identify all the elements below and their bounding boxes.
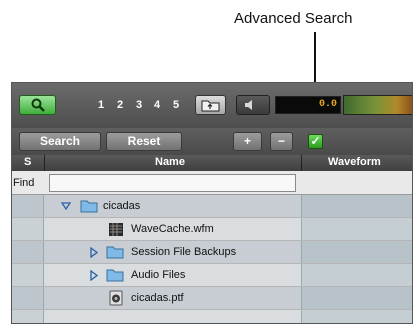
waveform-cell bbox=[301, 195, 412, 217]
folder-icon bbox=[106, 269, 124, 282]
table-row bbox=[12, 310, 412, 323]
session-file-icon bbox=[109, 290, 123, 306]
table-row[interactable]: cicadas bbox=[12, 195, 412, 218]
level-meter bbox=[343, 95, 412, 115]
waveform-cell bbox=[301, 287, 412, 309]
checkmark-icon: ✓ bbox=[310, 134, 321, 148]
name-cell bbox=[44, 310, 301, 323]
advanced-search-callout-label: Advanced Search bbox=[234, 10, 353, 27]
find-row: Find bbox=[12, 171, 412, 195]
advanced-search-checkbox[interactable]: ✓ bbox=[308, 134, 323, 149]
waveform-cell bbox=[301, 241, 412, 263]
preset-button-3[interactable]: 3 bbox=[132, 97, 146, 113]
table-row[interactable]: WaveCache.wfm bbox=[12, 218, 412, 241]
preset-button-5[interactable]: 5 bbox=[169, 97, 183, 113]
status-cell bbox=[12, 218, 44, 240]
column-header-waveform[interactable]: Waveform bbox=[328, 156, 381, 168]
preset-button-4[interactable]: 4 bbox=[150, 97, 164, 113]
name-cell: WaveCache.wfm bbox=[44, 218, 301, 240]
waveform-cell bbox=[301, 218, 412, 240]
status-cell bbox=[12, 241, 44, 263]
column-header-row: S Name Waveform bbox=[12, 155, 412, 171]
workspace-browser-panel: 1 2 3 4 5 0.0 Search Reset + − ✓ S Name bbox=[11, 82, 413, 324]
wavecache-file-icon bbox=[109, 223, 123, 236]
waveform-cell bbox=[301, 310, 412, 323]
table-row[interactable]: Session File Backups bbox=[12, 241, 412, 264]
find-label: Find bbox=[13, 177, 35, 189]
reset-button[interactable]: Reset bbox=[106, 132, 182, 151]
table-row[interactable]: Audio Files bbox=[12, 264, 412, 287]
browser-toolbar-top: 1 2 3 4 5 0.0 bbox=[12, 83, 412, 128]
disclosure-triangle-collapsed-icon[interactable] bbox=[90, 270, 98, 281]
disclosure-triangle-collapsed-icon[interactable] bbox=[90, 247, 98, 258]
folder-icon bbox=[80, 200, 98, 213]
audition-level-readout: 0.0 bbox=[275, 96, 341, 114]
name-cell: cicadas bbox=[44, 195, 301, 217]
list-item-label: cicadas bbox=[103, 200, 141, 212]
name-cell: cicadas.ptf bbox=[44, 287, 301, 309]
find-name-input[interactable] bbox=[49, 174, 296, 192]
list-item-label: Session File Backups bbox=[131, 246, 237, 258]
waveform-cell bbox=[301, 264, 412, 286]
remove-criterion-button[interactable]: − bbox=[270, 132, 293, 151]
name-cell: Audio Files bbox=[44, 264, 301, 286]
folder-up-icon bbox=[201, 100, 220, 112]
speaker-icon bbox=[245, 100, 252, 110]
add-criterion-button[interactable]: + bbox=[233, 132, 262, 151]
browser-toolbar-search: Search Reset + − ✓ bbox=[12, 128, 412, 155]
column-header-s[interactable]: S bbox=[24, 156, 31, 168]
name-cell: Session File Backups bbox=[44, 241, 301, 263]
magnifier-icon bbox=[31, 98, 45, 112]
preset-button-1[interactable]: 1 bbox=[94, 97, 108, 113]
preset-button-2[interactable]: 2 bbox=[113, 97, 127, 113]
audition-button[interactable] bbox=[236, 95, 270, 115]
search-toggle-button[interactable] bbox=[19, 95, 56, 115]
column-divider[interactable] bbox=[301, 155, 302, 171]
status-cell bbox=[12, 195, 44, 217]
column-header-name[interactable]: Name bbox=[155, 156, 185, 168]
list-item-label: cicadas.ptf bbox=[131, 292, 184, 304]
disclosure-triangle-expanded-icon[interactable] bbox=[61, 202, 71, 210]
column-divider[interactable] bbox=[44, 155, 45, 171]
folder-icon bbox=[106, 246, 124, 259]
list-item-label: WaveCache.wfm bbox=[131, 223, 214, 235]
search-button[interactable]: Search bbox=[19, 132, 101, 151]
open-folder-button[interactable] bbox=[195, 95, 226, 115]
status-cell bbox=[12, 287, 44, 309]
status-cell bbox=[12, 264, 44, 286]
list-item-label: Audio Files bbox=[131, 269, 186, 281]
status-cell bbox=[12, 310, 44, 323]
table-row[interactable]: cicadas.ptf bbox=[12, 287, 412, 310]
